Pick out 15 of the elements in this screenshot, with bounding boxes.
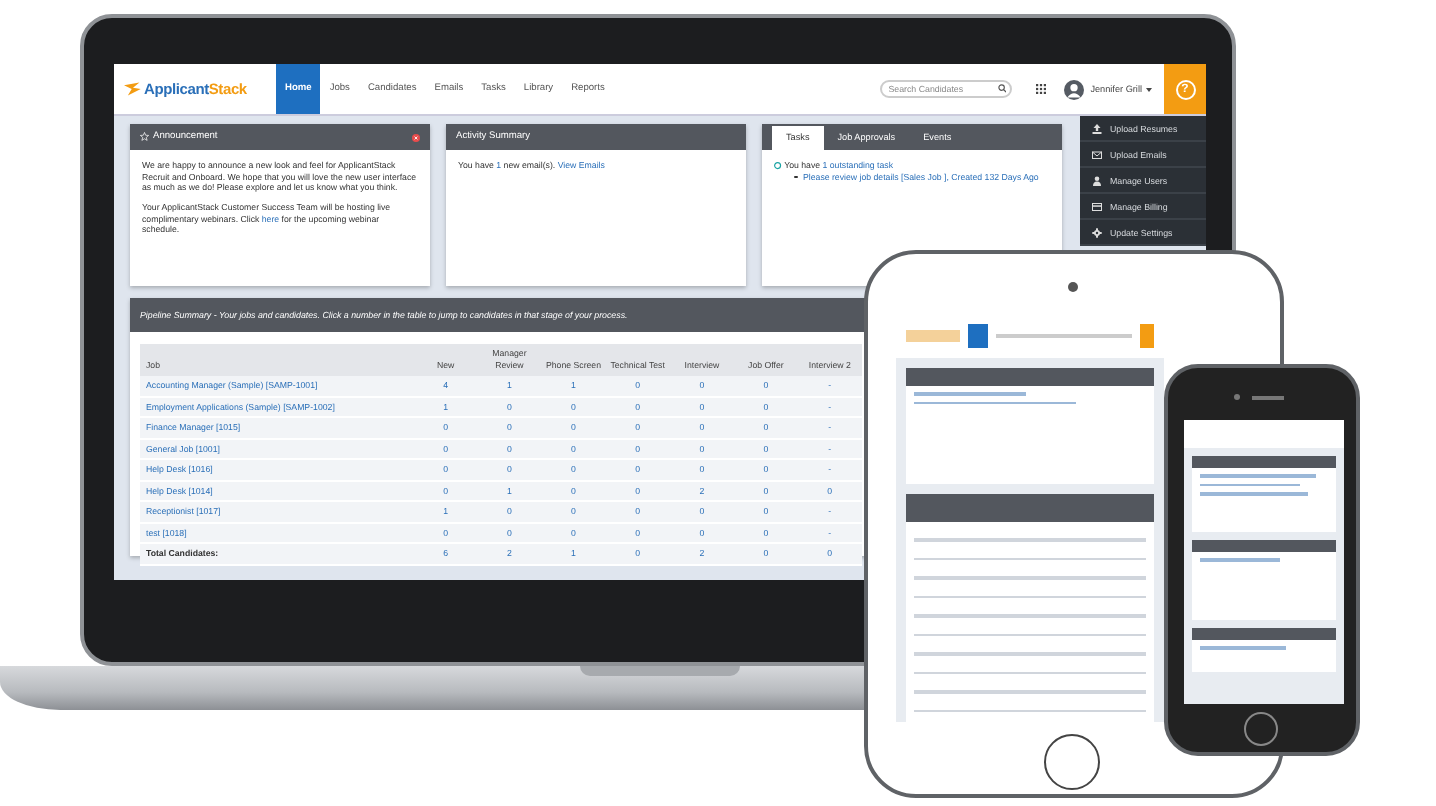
gear-icon <box>1092 227 1102 237</box>
check-circle-icon <box>774 162 782 170</box>
search-icon <box>997 84 1007 94</box>
card-icon <box>1092 201 1102 211</box>
caret-icon[interactable] <box>1146 87 1152 91</box>
apps-grid-icon[interactable] <box>1036 84 1047 94</box>
close-icon[interactable] <box>412 133 420 141</box>
avatar-icon[interactable] <box>1064 79 1085 99</box>
upload-icon <box>1092 123 1102 133</box>
home-button-icon[interactable] <box>1244 712 1278 746</box>
logo-icon <box>124 82 142 96</box>
home-button-icon[interactable] <box>1044 734 1100 790</box>
envelope-icon <box>1092 149 1102 159</box>
star-icon <box>140 132 149 142</box>
user-icon <box>1092 175 1102 185</box>
